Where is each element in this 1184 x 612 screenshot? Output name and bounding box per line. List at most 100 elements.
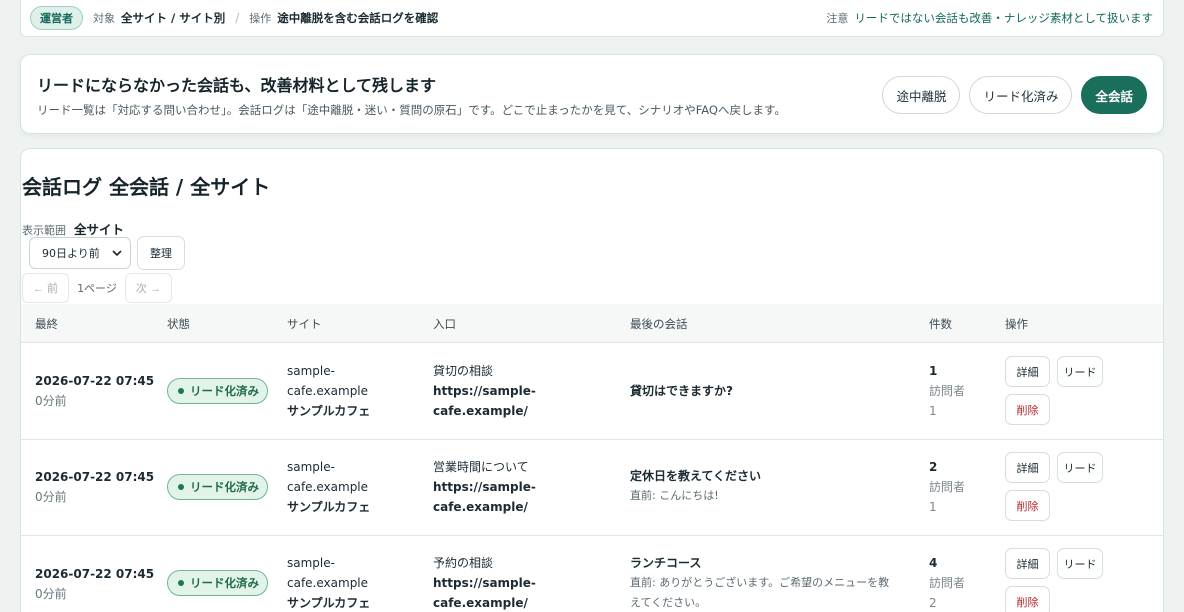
table-header: 最終 状態 サイト 入口 最後の会話 件数 操作 xyxy=(21,304,1163,343)
status-text: リード化済み xyxy=(190,576,259,590)
site-domain-cont: cafe.example xyxy=(287,384,369,398)
message-count: 4 xyxy=(929,556,938,570)
last-activity-cell: 2026-07-22 07:45 0分前 xyxy=(35,467,154,507)
status-dot-icon xyxy=(178,484,184,490)
action-label: 操作 xyxy=(249,12,272,25)
entry-title: 営業時間について xyxy=(433,460,529,474)
site-name: サンプルカフェ xyxy=(287,500,371,514)
hero-title: リードにならなかった会話も、改善材料として残します xyxy=(37,76,437,95)
visitors-label: 訪問者 xyxy=(929,480,966,494)
status-dot-icon xyxy=(178,580,184,586)
entry-url: https://sample- xyxy=(433,384,536,398)
visitors-label: 訪問者 xyxy=(929,576,966,590)
filter-lead-converted-button[interactable]: リード化済み xyxy=(969,76,1073,114)
status-dot-icon xyxy=(178,388,184,394)
conversation-log-card: 会話ログ 全会話 / 全サイト 表示範囲 全サイト 90日より前 整理 ← 前 … xyxy=(20,148,1164,612)
table-row: 2026-07-22 07:45 0分前 リード化済み sample- cafe… xyxy=(21,440,1163,536)
status-text: リード化済み xyxy=(190,480,259,494)
visitors-label: 訪問者 xyxy=(929,384,966,398)
site-domain: sample- xyxy=(287,556,335,570)
delete-button[interactable]: 削除 xyxy=(1005,586,1050,612)
delete-button[interactable]: 削除 xyxy=(1005,490,1050,521)
status-badge: リード化済み xyxy=(167,378,268,404)
count-cell: 2 訪問者 1 xyxy=(929,457,965,517)
entry-cell: 営業時間について https://sample- cafe.example/ xyxy=(433,457,536,517)
entry-cell: 予約の相談 https://sample- cafe.example/ xyxy=(433,553,536,612)
table-row: 2026-07-22 07:45 0分前 リード化済み sample- cafe… xyxy=(21,344,1163,440)
hero-description: リード一覧は「対応する問い合わせ」。会話ログは「途中離脱・迷い・質問の原石」です… xyxy=(37,103,786,117)
column-header-entry: 入口 xyxy=(433,317,456,331)
entry-url-cont: cafe.example/ xyxy=(433,596,528,610)
lead-button[interactable]: リード xyxy=(1057,452,1103,483)
message-count: 2 xyxy=(929,460,938,474)
column-header-status: 状態 xyxy=(167,317,190,331)
count-cell: 4 訪問者 2 xyxy=(929,553,965,612)
column-header-count: 件数 xyxy=(929,317,952,331)
prev-page-button[interactable]: ← 前 xyxy=(22,273,70,303)
entry-url: https://sample- xyxy=(433,480,536,494)
detail-button[interactable]: 詳細 xyxy=(1005,452,1050,483)
note-text: リードではない会話も改善・ナレッジ素材として扱います xyxy=(854,11,1153,25)
site-name: サンプルカフェ xyxy=(287,404,371,418)
column-header-site: サイト xyxy=(287,317,322,331)
action-value: 途中離脱を含む会話ログを確認 xyxy=(277,11,439,25)
target-value: 全サイト / サイト別 xyxy=(121,11,226,25)
previous-message: 直前: こんにちは! xyxy=(630,489,719,502)
context-bar: 運営者 対象 全サイト / サイト別 / 操作 途中離脱を含む会話ログを確認 注… xyxy=(20,0,1164,37)
visitor-count: 1 xyxy=(929,404,937,418)
note-label: 注意 xyxy=(826,12,849,25)
filter-all-button[interactable]: 全会話 xyxy=(1081,76,1147,114)
log-title: 会話ログ 全会話 / 全サイト xyxy=(22,175,271,199)
detail-button[interactable]: 詳細 xyxy=(1005,356,1050,387)
site-name: サンプルカフェ xyxy=(287,596,371,610)
lead-button[interactable]: リード xyxy=(1057,356,1103,387)
role-badge: 運営者 xyxy=(30,6,83,30)
chevron-down-icon xyxy=(112,248,122,259)
status-badge: リード化済み xyxy=(167,474,268,500)
entry-title: 予約の相談 xyxy=(433,556,494,570)
last-message: ランチコース xyxy=(630,556,702,570)
site-cell: sample- cafe.example サンプルカフェ xyxy=(287,361,370,421)
entry-url-cont: cafe.example/ xyxy=(433,500,528,514)
conversation-filter-group: 途中離脱 リード化済み 全会話 xyxy=(882,76,1147,114)
column-header-last: 最終 xyxy=(35,317,58,331)
delete-button[interactable]: 削除 xyxy=(1005,394,1050,425)
last-datetime: 2026-07-22 07:45 xyxy=(35,374,155,388)
last-message: 定休日を教えてください xyxy=(630,469,762,483)
previous-message: 直前: ありがとうございます。ご希望のメニューを教えてください。 xyxy=(630,576,890,609)
site-domain-cont: cafe.example xyxy=(287,480,369,494)
last-datetime: 2026-07-22 07:45 xyxy=(35,470,155,484)
entry-url: https://sample- xyxy=(433,576,536,590)
last-message-cell: 貸切はできますか? xyxy=(630,381,900,401)
last-activity-cell: 2026-07-22 07:45 0分前 xyxy=(35,371,154,411)
organize-button[interactable]: 整理 xyxy=(137,236,185,270)
detail-button[interactable]: 詳細 xyxy=(1005,548,1050,579)
filter-abandoned-button[interactable]: 途中離脱 xyxy=(882,76,961,114)
context-note: 注意 リードではない会話も改善・ナレッジ素材として扱います xyxy=(826,10,1153,26)
message-count: 1 xyxy=(929,364,938,378)
site-cell: sample- cafe.example サンプルカフェ xyxy=(287,553,370,612)
status-text: リード化済み xyxy=(190,384,259,398)
relative-time: 0分前 xyxy=(35,587,67,601)
pagination: ← 前 1ページ 次 → xyxy=(22,273,172,303)
page-indicator: 1ページ xyxy=(77,282,117,295)
log-controls: 90日より前 整理 xyxy=(29,236,185,270)
status-badge: リード化済み xyxy=(167,570,268,596)
last-message: 貸切はできますか? xyxy=(630,384,733,398)
lead-button[interactable]: リード xyxy=(1057,548,1103,579)
entry-url-cont: cafe.example/ xyxy=(433,404,528,418)
visitor-count: 2 xyxy=(929,596,937,610)
entry-cell: 貸切の相談 https://sample- cafe.example/ xyxy=(433,361,536,421)
last-message-cell: 定休日を教えてください 直前: こんにちは! xyxy=(630,466,900,506)
last-message-cell: ランチコース 直前: ありがとうございます。ご希望のメニューを教えてください。 xyxy=(630,553,900,612)
period-select-value: 90日より前 xyxy=(42,247,100,260)
site-cell: sample- cafe.example サンプルカフェ xyxy=(287,457,370,517)
last-datetime: 2026-07-22 07:45 xyxy=(35,567,155,581)
site-domain: sample- xyxy=(287,364,335,378)
column-header-last-message: 最後の会話 xyxy=(630,317,688,331)
target-label: 対象 xyxy=(93,12,115,25)
period-select[interactable]: 90日より前 xyxy=(29,237,131,269)
relative-time: 0分前 xyxy=(35,490,67,504)
visitor-count: 1 xyxy=(929,500,937,514)
next-page-button[interactable]: 次 → xyxy=(124,273,172,303)
